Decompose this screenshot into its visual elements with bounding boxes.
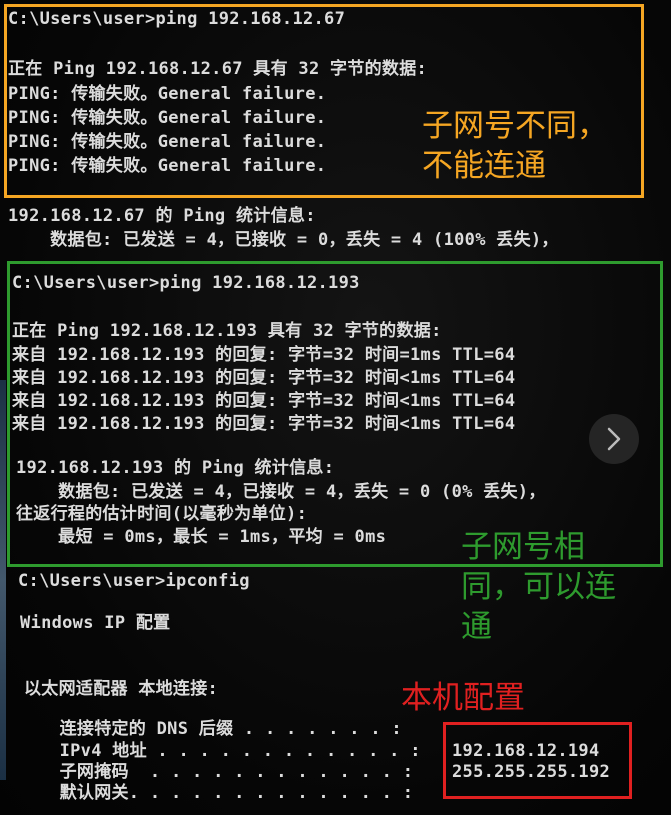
desktop-edge — [0, 380, 6, 780]
note-local-config: 本机配置 — [401, 680, 525, 716]
note-same-subnet: 子网号相 同，可以连 通 — [461, 529, 616, 645]
ipconfig-mask-label: 子网掩码 . . . . . . . . . . . . : — [28, 762, 414, 782]
next-image-button[interactable] — [589, 414, 639, 464]
ping-67-stats-title: 192.168.12.67 的 Ping 统计信息: — [8, 206, 316, 226]
ipconfig-ipv4-label: IPv4 地址 . . . . . . . . . . . . : — [28, 741, 421, 761]
chevron-right-icon — [607, 427, 621, 451]
ipconfig-adapter: 以太网适配器 本地连接: — [24, 679, 219, 699]
terminal-photo: C:\Users\user>ping 192.168.12.67 正在 Ping… — [0, 0, 671, 815]
note-different-subnet: 子网号不同， 不能连通 — [422, 108, 608, 184]
prompt-ipconfig: C:\Users\user>ipconfig — [18, 571, 250, 591]
green-highlight-box — [7, 261, 663, 567]
ipconfig-dns-label: 连接特定的 DNS 后缀 . . . . . . . : — [28, 719, 402, 739]
red-highlight-box — [443, 722, 632, 799]
ipconfig-title: Windows IP 配置 — [20, 613, 171, 633]
ipconfig-gateway-label: 默认网关. . . . . . . . . . . . . : — [28, 783, 414, 803]
ping-67-stats-packets: 数据包: 已发送 = 4，已接收 = 0，丢失 = 4 (100% 丢失)， — [8, 230, 559, 250]
